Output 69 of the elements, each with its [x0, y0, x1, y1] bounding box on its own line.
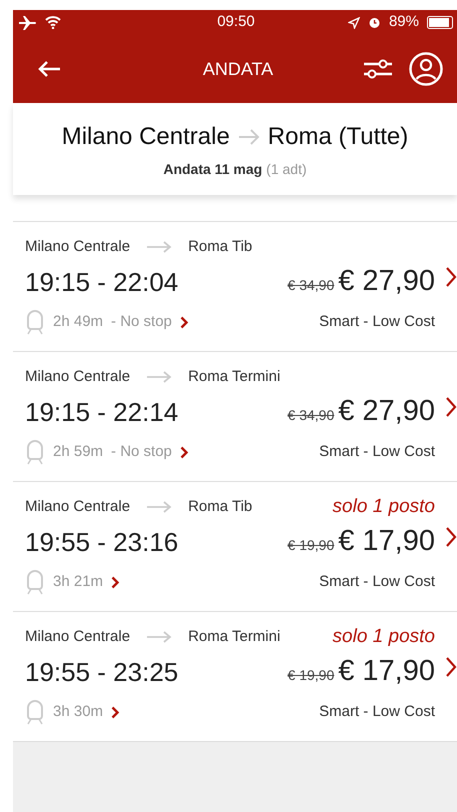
chevron-right-icon — [180, 316, 189, 328]
train-option[interactable]: Milano Centrale Roma Termini 19:15 - 22:14 € 34,90€ 27,90 2h 59m - No stop Smart - Low Cost — [13, 352, 457, 482]
travel-duration: 2h 59m — [53, 442, 104, 462]
chevron-right-icon — [445, 266, 457, 288]
train-icon — [25, 309, 45, 335]
discounted-price: € 27,90 — [338, 394, 435, 430]
origin-station: Milano Centrale — [62, 122, 230, 152]
original-price: € 19,90 — [288, 536, 334, 556]
original-price: € 19,90 — [288, 666, 334, 686]
user-circle-icon — [409, 52, 443, 86]
chevron-right-icon — [111, 576, 120, 588]
fare-type: Smart - Low Cost — [319, 442, 435, 462]
travel-date: Andata 11 mag — [163, 160, 262, 179]
travel-duration: 3h 21m — [53, 572, 104, 592]
right-arrow-icon — [238, 128, 260, 144]
status-time: 09:50 — [217, 12, 255, 32]
travel-duration: 2h 49m — [53, 312, 104, 332]
departure-arrival-times: 19:55 - 23:25 — [25, 656, 178, 688]
train-option[interactable]: Milano Centrale Roma Tib 19:15 - 22:04 € 34,90€ 27,90 2h 49m - No stop Smart - Low Cost — [13, 222, 457, 352]
fare-type: Smart - Low Cost — [319, 572, 435, 592]
location-arrow-icon — [348, 16, 360, 28]
departure-station: Milano Centrale — [25, 496, 130, 517]
stops-info: - No stop — [111, 442, 172, 462]
stops-info: - No stop — [111, 312, 172, 332]
train-icon — [25, 699, 45, 725]
travel-duration: 3h 30m — [53, 702, 104, 722]
departure-station: Milano Centrale — [25, 236, 130, 257]
filter-button[interactable] — [363, 57, 393, 81]
chevron-right-icon — [180, 446, 189, 458]
passenger-count: (1 adt) — [266, 160, 307, 179]
departure-station: Milano Centrale — [25, 626, 130, 647]
profile-button[interactable] — [409, 52, 443, 86]
chevron-right-icon — [445, 396, 457, 418]
page-title: ANDATA — [202, 58, 274, 80]
right-arrow-icon — [146, 371, 172, 383]
back-arrow-icon — [37, 60, 61, 78]
availability-note: solo 1 posto — [332, 494, 435, 519]
discounted-price: € 17,90 — [338, 524, 435, 560]
destination-station: Roma (Tutte) — [268, 122, 408, 152]
train-option[interactable]: Milano Centrale Roma Tib solo 1 posto 19:55 - 23:16 € 19,90€ 17,90 3h 21m Smart - Low Cost — [13, 482, 457, 612]
alarm-clock-icon — [368, 16, 381, 29]
right-arrow-icon — [146, 501, 172, 513]
original-price: € 34,90 — [288, 276, 334, 296]
chevron-right-icon — [445, 526, 457, 548]
battery-icon — [426, 16, 453, 29]
right-arrow-icon — [146, 631, 172, 643]
sliders-icon — [363, 58, 393, 80]
train-icon — [25, 569, 45, 595]
departure-arrival-times: 19:55 - 23:16 — [25, 526, 178, 558]
right-arrow-icon — [146, 241, 172, 253]
chevron-right-icon — [445, 656, 457, 678]
fare-type: Smart - Low Cost — [319, 702, 435, 722]
wifi-icon — [45, 16, 61, 29]
arrival-station: Roma Tib — [188, 496, 252, 517]
departure-station: Milano Centrale — [25, 366, 130, 387]
discounted-price: € 17,90 — [338, 654, 435, 690]
departure-arrival-times: 19:15 - 22:14 — [25, 396, 178, 428]
departure-arrival-times: 19:15 - 22:04 — [25, 266, 178, 298]
availability-note: solo 1 posto — [332, 624, 435, 649]
arrival-station: Roma Termini — [188, 366, 280, 387]
airplane-icon — [19, 16, 37, 30]
arrival-station: Roma Tib — [188, 236, 252, 257]
battery-percentage: 89% — [388, 12, 419, 32]
train-icon — [25, 439, 45, 465]
original-price: € 34,90 — [288, 406, 334, 426]
fare-type: Smart - Low Cost — [319, 312, 435, 332]
arrival-station: Roma Termini — [188, 626, 280, 647]
discounted-price: € 27,90 — [338, 264, 435, 300]
chevron-right-icon — [111, 706, 120, 718]
